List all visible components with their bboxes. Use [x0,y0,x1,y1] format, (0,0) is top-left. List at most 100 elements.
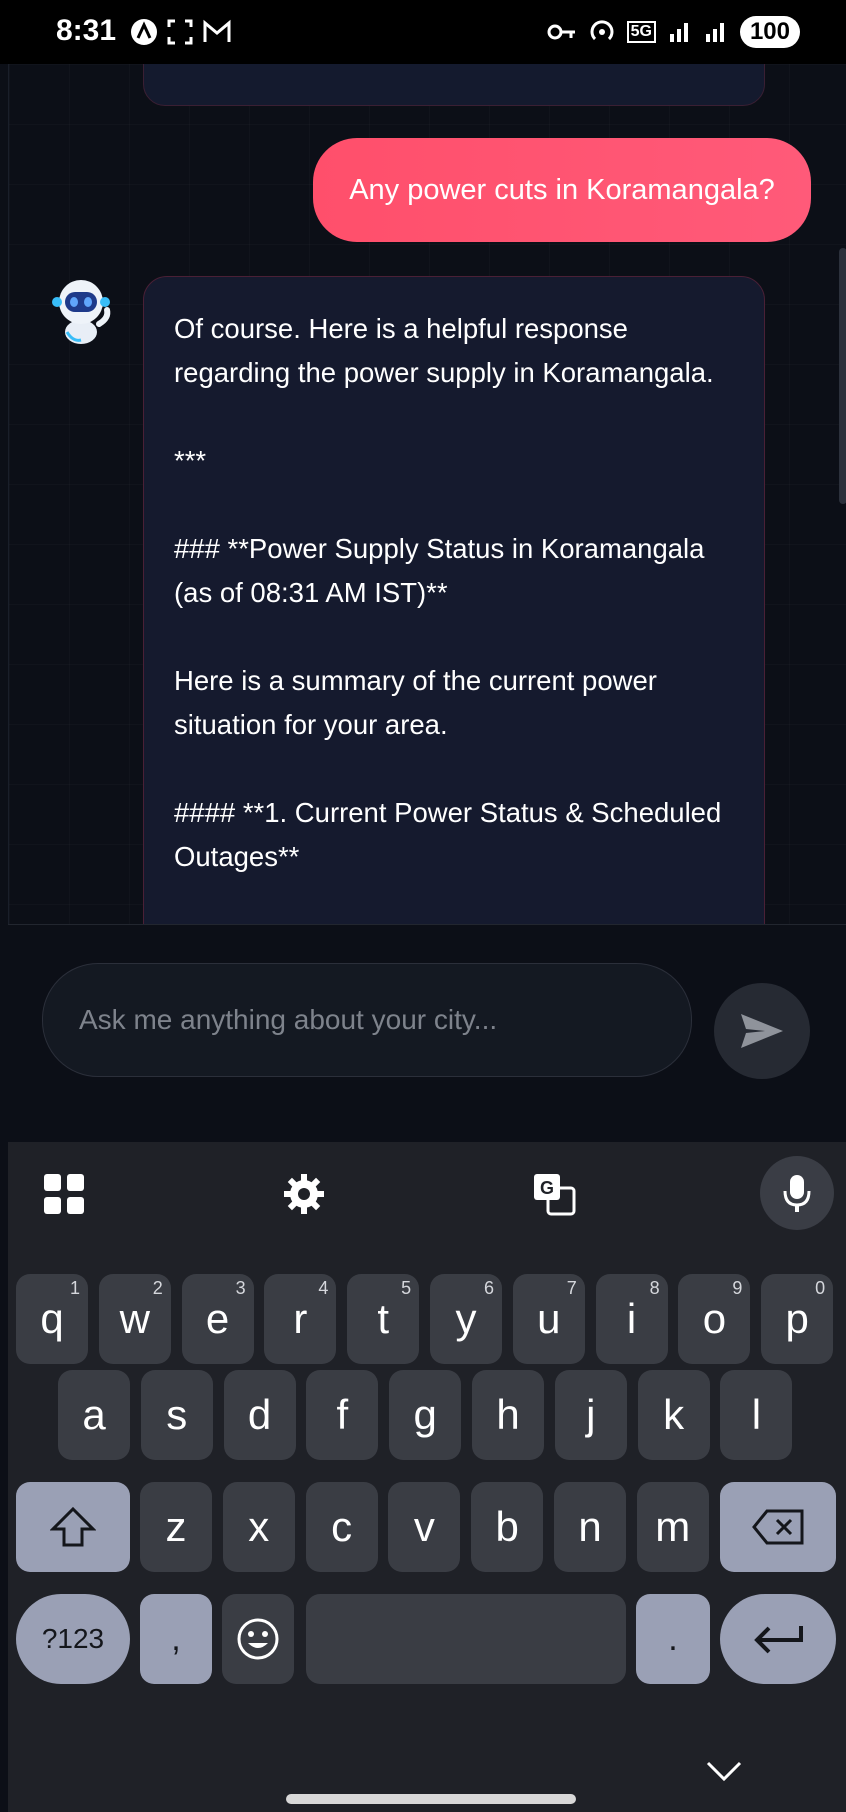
key-t[interactable]: t5 [347,1274,420,1364]
emoji-icon [237,1618,279,1660]
key-label: m [655,1503,691,1550]
chat-area[interactable]: Any power cuts in Koramangala? Of course… [8,64,846,924]
status-bar: 8:31 5G 100 [0,0,846,64]
key-number-hint: 4 [318,1278,329,1298]
enter-icon [754,1626,803,1654]
shift-key[interactable] [16,1482,130,1572]
key-d[interactable]: d [223,1370,296,1460]
system-icons: 5G 100 [547,16,800,48]
key-label: o [702,1295,727,1342]
bot-message: Of course. Here is a helpful response re… [143,276,765,924]
key-b[interactable]: b [471,1482,544,1572]
key-u[interactable]: u7 [512,1274,585,1364]
key-label: i [626,1295,637,1342]
keyboard-hide-chevron-icon[interactable] [704,1758,744,1789]
key-label: a [82,1391,106,1438]
key-label: w [119,1295,150,1342]
key-r[interactable]: r4 [264,1274,337,1364]
key-label: e [205,1295,230,1342]
previous-bot-message [143,64,765,106]
emoji-key[interactable] [222,1594,294,1684]
key-number-hint: 8 [649,1278,660,1298]
key-p[interactable]: p0 [761,1274,834,1364]
key-q[interactable]: q1 [16,1274,88,1364]
key-c[interactable]: c [305,1482,378,1572]
svg-text:G: G [540,1178,554,1198]
bot-message-text: Of course. Here is a helpful response re… [174,313,722,872]
send-icon [741,1014,783,1048]
battery-indicator: 100 [739,16,800,48]
backspace-key[interactable] [720,1482,836,1572]
keyboard-toolbar: G [8,1142,846,1242]
key-number-hint: 3 [235,1278,246,1298]
key-l[interactable]: l [720,1370,793,1460]
key-j[interactable]: j [554,1370,627,1460]
key-label: l [751,1391,762,1438]
key-m[interactable]: m [636,1482,709,1572]
screen-record-icon [167,19,193,45]
key-s[interactable]: s [140,1370,213,1460]
microphone-icon [783,1175,811,1212]
key-number-hint: 6 [483,1278,494,1298]
key-label: g [413,1391,437,1438]
period-key[interactable]: . [636,1594,710,1684]
key-w[interactable]: w2 [98,1274,171,1364]
user-message: Any power cuts in Koramangala? [313,138,811,242]
app-a-icon [131,19,157,45]
key-number-hint: 7 [566,1278,577,1298]
key-e[interactable]: e3 [181,1274,254,1364]
key-f[interactable]: f [306,1370,379,1460]
key-y[interactable]: y6 [430,1274,502,1364]
key-number-hint: 1 [69,1278,80,1298]
key-label: v [413,1503,435,1550]
key-v[interactable]: v [388,1482,461,1572]
key-o[interactable]: o9 [678,1274,751,1364]
key-i[interactable]: i8 [595,1274,668,1364]
composer [8,924,846,1143]
key-number-hint: 0 [815,1278,826,1298]
key-h[interactable]: h [472,1370,544,1460]
notification-icons [130,18,232,46]
key-g[interactable]: g [389,1370,462,1460]
comma-key[interactable]: , [140,1594,212,1684]
key-label: x [248,1503,270,1550]
shift-icon [50,1506,96,1547]
send-button[interactable] [714,983,810,1079]
key-label: n [578,1503,602,1550]
key-k[interactable]: k [637,1370,710,1460]
network-type: 5G [626,21,656,43]
key-n[interactable]: n [554,1482,626,1572]
key-label: z [165,1503,187,1550]
signal-icon-2 [705,23,724,42]
enter-key[interactable] [720,1594,836,1684]
settings-gear-icon[interactable] [274,1164,334,1224]
key-label: t [377,1295,390,1342]
chat-scrollbar[interactable] [839,248,846,504]
key-number-hint: 2 [152,1278,163,1298]
key-label: b [495,1503,519,1550]
space-key[interactable] [306,1594,626,1684]
key-number-hint: 5 [401,1278,412,1298]
key-label: y [455,1295,477,1342]
gesture-nav-handle[interactable] [286,1794,576,1804]
signal-icon-1 [669,23,688,42]
key-label: j [586,1391,596,1438]
apps-grid-icon[interactable] [34,1164,94,1224]
key-label: k [663,1391,685,1438]
microphone-button[interactable] [760,1156,834,1230]
gmail-icon [203,19,231,42]
key-number-hint: 9 [732,1278,743,1298]
key-z[interactable]: z [140,1482,212,1572]
message-input-container[interactable] [42,963,692,1077]
key-label: u [537,1295,561,1342]
soft-keyboard: G q1w2e3r4t5y6u7i8o9p0asdfghjklzxcvbnm ?… [8,1142,846,1812]
key-label: s [166,1391,188,1438]
symbols-key[interactable]: ?123 [16,1594,130,1684]
key-a[interactable]: a [58,1370,130,1460]
key-label: p [785,1295,809,1342]
translate-icon[interactable]: G [524,1164,584,1224]
key-label: d [247,1391,272,1438]
key-x[interactable]: x [222,1482,295,1572]
vpn-key-icon [547,24,575,40]
message-input[interactable] [77,1003,661,1037]
